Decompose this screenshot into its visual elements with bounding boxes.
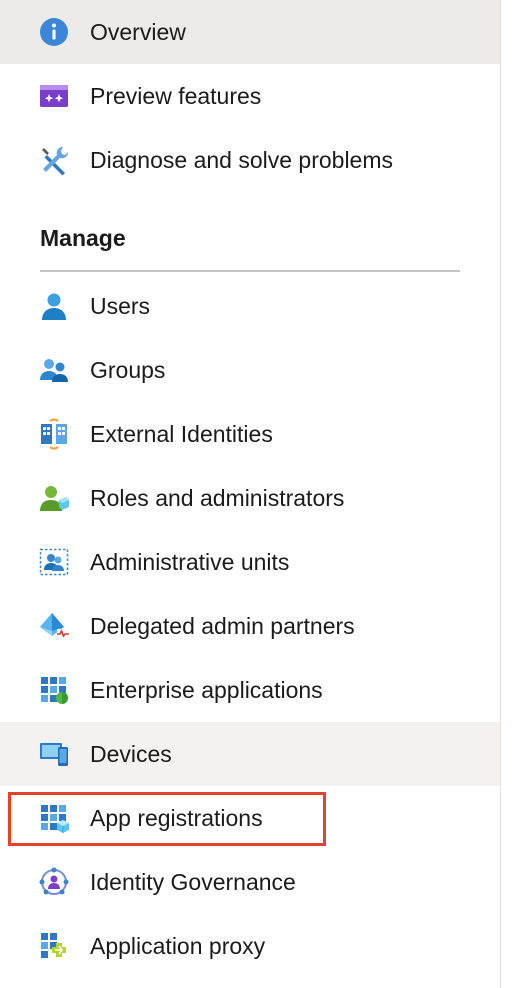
nav-item-preview-features[interactable]: Preview features [0, 64, 500, 128]
nav-item-label: Administrative units [90, 549, 290, 575]
nav-item-users[interactable]: Users [0, 274, 500, 338]
roles-icon [38, 482, 70, 514]
wrench-screwdriver-icon [38, 144, 70, 176]
scrollbar[interactable] [500, 0, 512, 988]
nav-item-overview[interactable]: Overview [0, 0, 500, 64]
nav-item-label: Diagnose and solve problems [90, 147, 394, 173]
nav-item-label: Users [90, 293, 151, 319]
nav-item-label: Enterprise applications [90, 677, 323, 703]
preview-features-icon [38, 80, 70, 112]
nav-item-identity-governance[interactable]: Identity Governance [0, 850, 500, 914]
nav-item-app-registrations[interactable]: App registrations [0, 786, 500, 850]
user-icon [38, 290, 70, 322]
section-heading-manage: Manage [40, 225, 126, 251]
nav-item-roles-and-administrators[interactable]: Roles and administrators [0, 466, 500, 530]
nav-item-administrative-units[interactable]: Administrative units [0, 530, 500, 594]
enterprise-apps-icon [38, 674, 70, 706]
app-registrations-icon [38, 802, 70, 834]
nav-item-external-identities[interactable]: External Identities [0, 402, 500, 466]
nav-item-label: Identity Governance [90, 869, 296, 895]
nav-item-label: Devices [90, 741, 172, 767]
delegated-admin-icon [38, 610, 70, 642]
nav-item-diagnose[interactable]: Diagnose and solve problems [0, 128, 500, 192]
nav-item-label: Application proxy [90, 933, 266, 959]
external-identities-icon [38, 418, 70, 450]
nav-item-label: Preview features [90, 83, 262, 109]
nav-item-label: Groups [90, 357, 166, 383]
devices-icon [38, 738, 70, 770]
nav-item-delegated-admin-partners[interactable]: Delegated admin partners [0, 594, 500, 658]
identity-governance-icon [38, 866, 70, 898]
nav-item-label: Overview [90, 19, 186, 45]
nav-item-label: Delegated admin partners [90, 613, 355, 639]
nav-item-devices[interactable]: Devices [0, 722, 500, 786]
groups-icon [38, 354, 70, 386]
application-proxy-icon [38, 930, 70, 962]
section-divider [40, 270, 460, 272]
nav-item-groups[interactable]: Groups [0, 338, 500, 402]
nav-item-application-proxy[interactable]: Application proxy [0, 914, 500, 978]
sidebar-nav: Overview Preview features Diagnose and s… [0, 0, 500, 988]
info-icon [38, 16, 70, 48]
nav-item-enterprise-applications[interactable]: Enterprise applications [0, 658, 500, 722]
administrative-units-icon [38, 546, 70, 578]
nav-item-label: App registrations [90, 805, 263, 831]
nav-item-label: Roles and administrators [90, 485, 345, 511]
nav-item-label: External Identities [90, 421, 273, 447]
